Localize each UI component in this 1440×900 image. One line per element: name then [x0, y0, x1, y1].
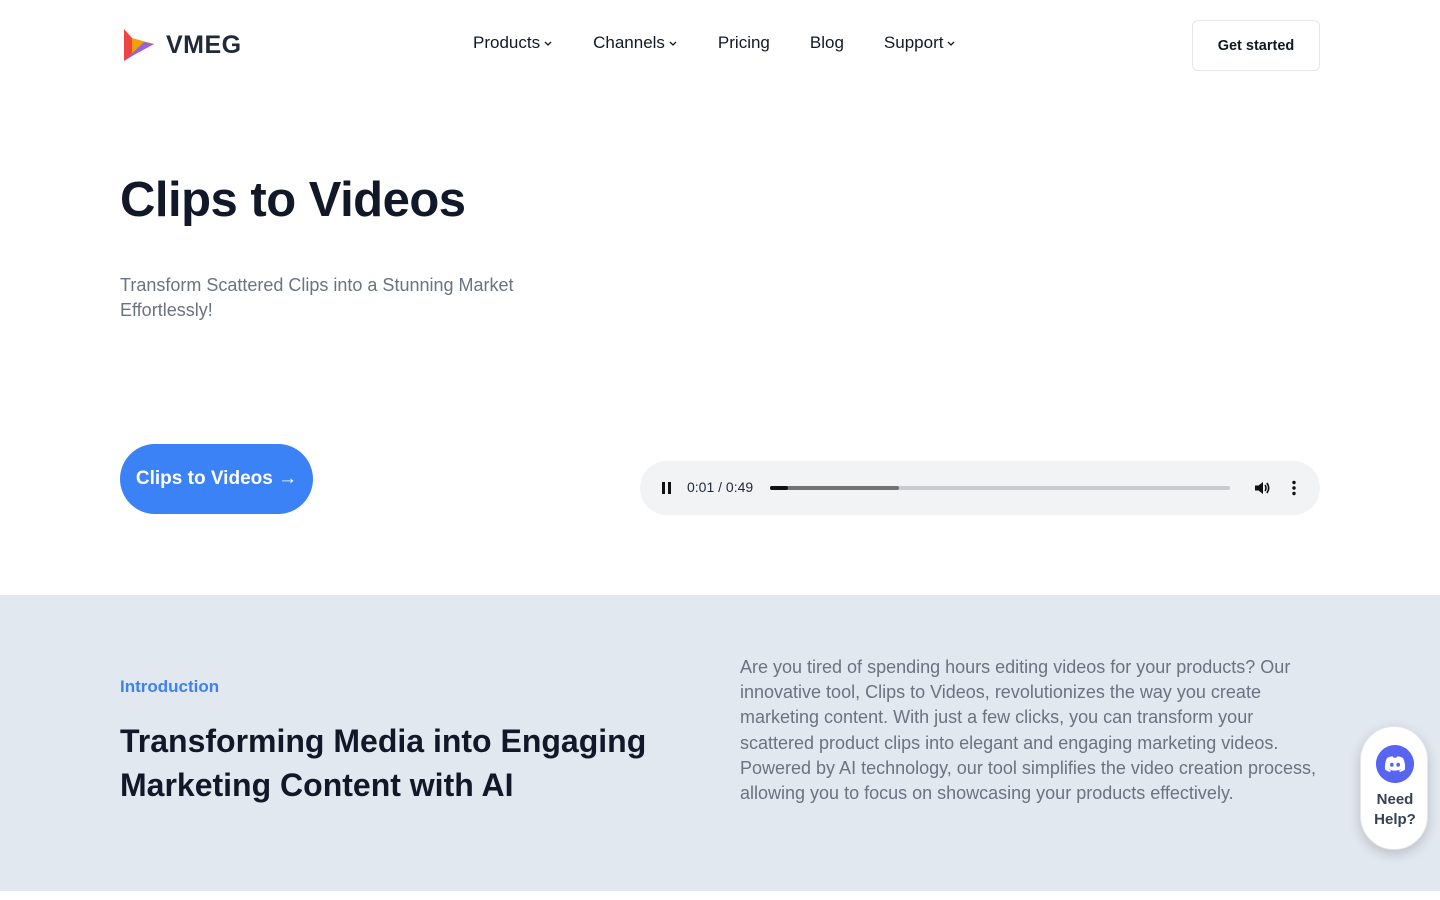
buffered-bar — [770, 486, 899, 490]
audio-player: 0:01 / 0:49 — [640, 461, 1320, 515]
vmeg-play-logo-icon — [124, 29, 154, 61]
chevron-down-icon — [544, 41, 552, 46]
nav-item-channels[interactable]: Channels — [593, 33, 678, 53]
nav-item-label: Pricing — [717, 33, 770, 52]
nav-item-support[interactable]: Support — [884, 33, 957, 53]
pause-icon[interactable] — [658, 478, 678, 498]
brand-name: VMEG — [166, 30, 242, 59]
nav-item-blog[interactable]: Blog — [810, 33, 844, 53]
site-header: VMEG Products Channels Pricing Blog Supp… — [0, 0, 1440, 92]
time-display: 0:01 / 0:49 — [687, 479, 754, 495]
discord-icon — [1376, 745, 1414, 783]
nav-item-products[interactable]: Products — [473, 33, 553, 53]
introduction-section: Introduction Transforming Media into Eng… — [0, 595, 1440, 891]
section-title: Transforming Media into Engaging Marketi… — [120, 723, 647, 803]
section-eyebrow: Introduction — [120, 677, 220, 696]
progress-slider[interactable] — [770, 486, 1230, 490]
nav-item-label: Support — [883, 33, 944, 52]
volume-icon[interactable] — [1252, 478, 1272, 498]
hero-subtitle: Transform Scattered Clips into a Stunnin… — [120, 275, 514, 320]
more-vertical-icon[interactable] — [1284, 478, 1304, 498]
clips-to-videos-button[interactable]: Clips to Videos → — [120, 444, 313, 514]
section-body: Are you tired of spending hours editing … — [740, 657, 1316, 804]
nav-item-pricing[interactable]: Pricing — [718, 33, 770, 53]
nav-item-label: Products — [473, 33, 541, 52]
played-bar — [770, 486, 789, 490]
brand-logo[interactable]: VMEG — [120, 26, 242, 64]
nav-item-label: Channels — [593, 33, 665, 52]
need-help-label: Need Help? — [1374, 791, 1416, 828]
chevron-down-icon — [948, 41, 955, 46]
page-title: Clips to Videos — [120, 173, 466, 227]
main-nav: Products Channels Pricing Blog Support — [473, 33, 956, 53]
need-help-widget[interactable]: Need Help? — [1360, 726, 1428, 850]
nav-item-label: Blog — [809, 33, 844, 52]
chevron-down-icon — [669, 41, 677, 46]
get-started-button[interactable]: Get started — [1192, 20, 1320, 71]
